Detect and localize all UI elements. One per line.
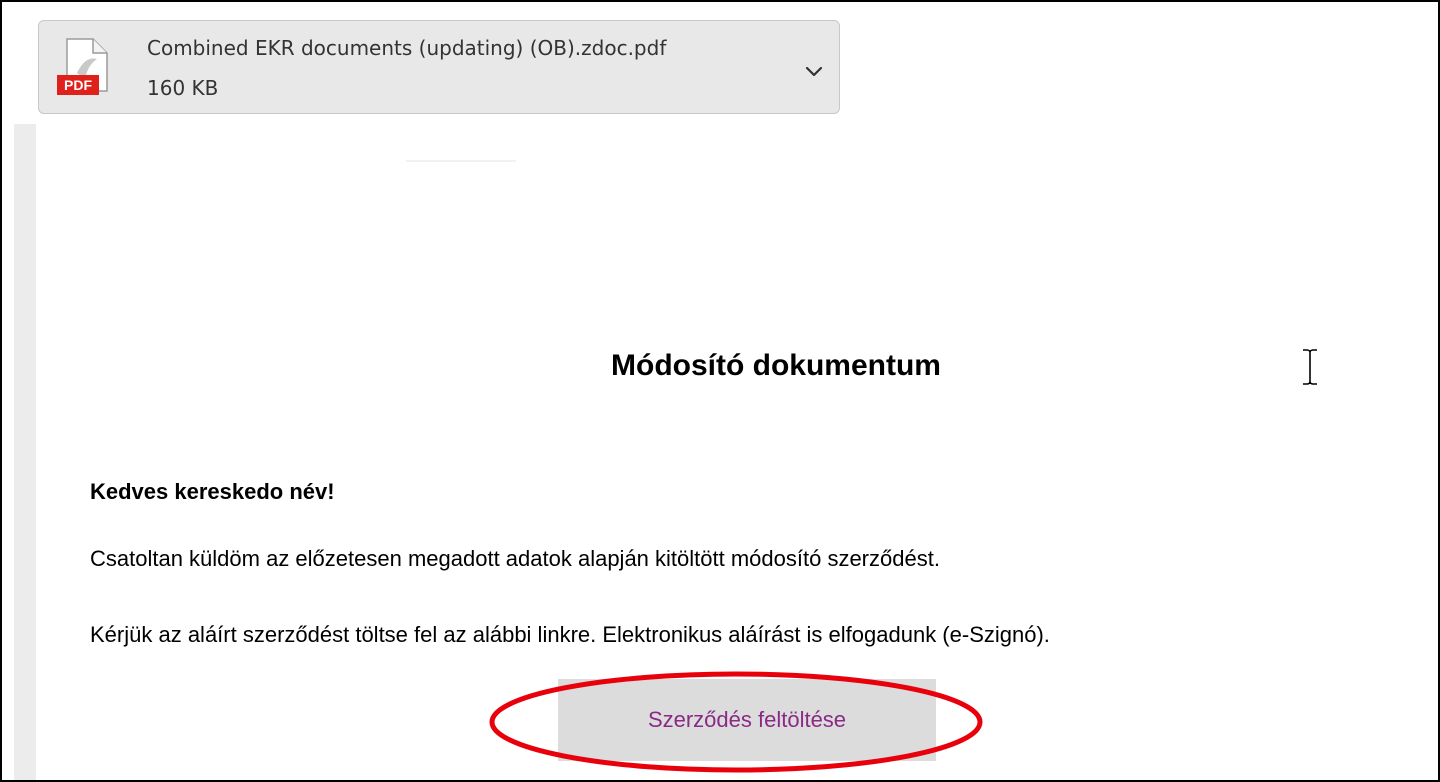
- attachment-file-size: 160 KB: [147, 76, 219, 100]
- upload-contract-button[interactable]: Szerződés feltöltése: [558, 679, 936, 761]
- attachment-area: PDF Combined EKR documents (updating) (O…: [2, 2, 1438, 124]
- pdf-file-icon: PDF: [57, 37, 111, 99]
- body-paragraph: Kérjük az aláírt szerződést töltse fel a…: [90, 622, 1050, 647]
- document-title: Módosító dokumentum: [611, 349, 941, 382]
- divider: [406, 160, 516, 162]
- pdf-badge-label: PDF: [64, 77, 92, 93]
- chevron-down-icon[interactable]: [799, 57, 829, 87]
- text-cursor-icon: [1298, 347, 1322, 387]
- body-paragraph: Csatoltan küldöm az előzetesen megadott …: [90, 546, 940, 571]
- email-body: Módosító dokumentum Kedves kereskedo név…: [36, 124, 1438, 780]
- attachment-card[interactable]: PDF Combined EKR documents (updating) (O…: [38, 20, 840, 114]
- attachment-file-name: Combined EKR documents (updating) (OB).z…: [147, 36, 667, 60]
- left-margin-bar: [14, 124, 36, 780]
- screenshot-frame: PDF Combined EKR documents (updating) (O…: [0, 0, 1440, 782]
- greeting: Kedves kereskedo név!: [90, 479, 335, 504]
